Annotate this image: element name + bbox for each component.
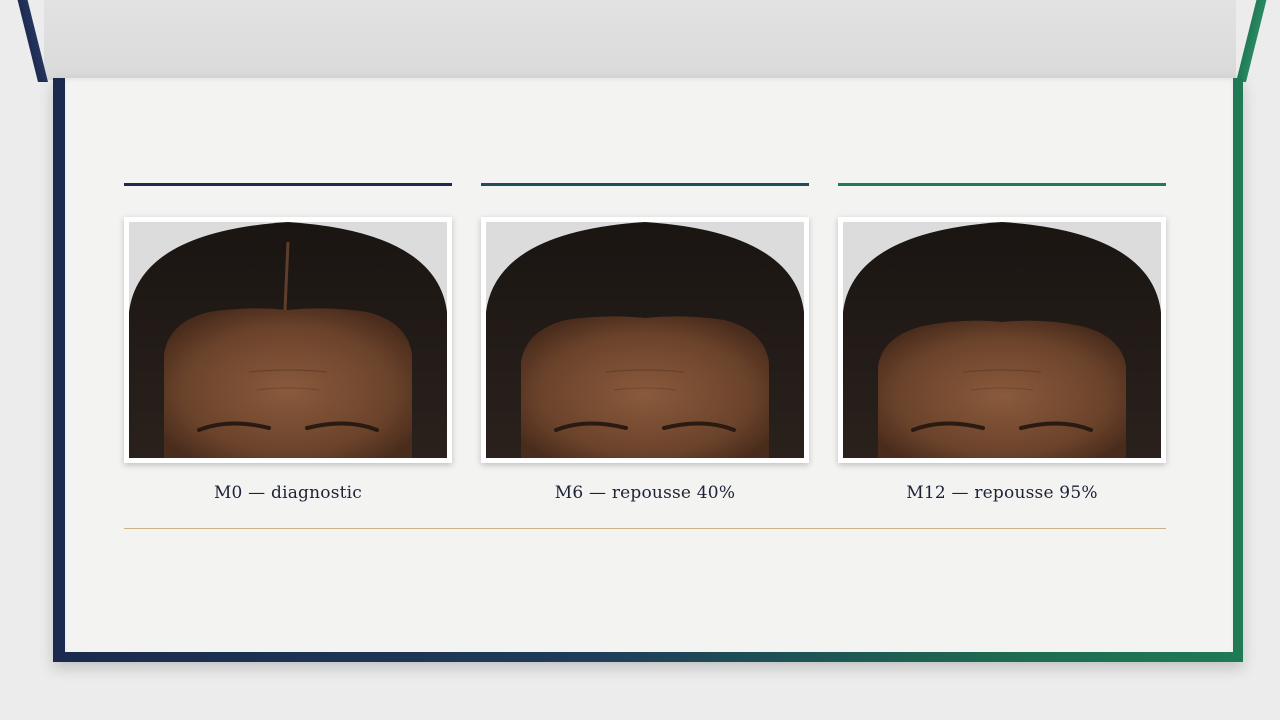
progress-panel-m12: M12 — repousse 95% (838, 183, 1166, 503)
progress-panel-m0: M0 — diagnostic (124, 183, 452, 503)
photo-frame (124, 217, 452, 463)
photo-frame (838, 217, 1166, 463)
hairline-photo-m6 (486, 222, 804, 458)
panel-caption: M0 — diagnostic (213, 483, 363, 503)
progress-panel-m6: M6 — repousse 40% (481, 183, 809, 503)
panel-top-rule (124, 183, 452, 186)
flap-edge-right (1236, 0, 1267, 82)
panel-caption: M12 — repousse 95% (906, 483, 1098, 503)
hairline-photo-m12 (843, 222, 1161, 458)
photo-frame (481, 217, 809, 463)
gold-divider (124, 528, 1166, 529)
panel-caption: M6 — repousse 40% (554, 483, 736, 503)
folder-top-flap (44, 0, 1236, 80)
hairline-photo-m0 (129, 222, 447, 458)
panel-top-rule (838, 183, 1166, 186)
panel-top-rule (481, 183, 809, 186)
